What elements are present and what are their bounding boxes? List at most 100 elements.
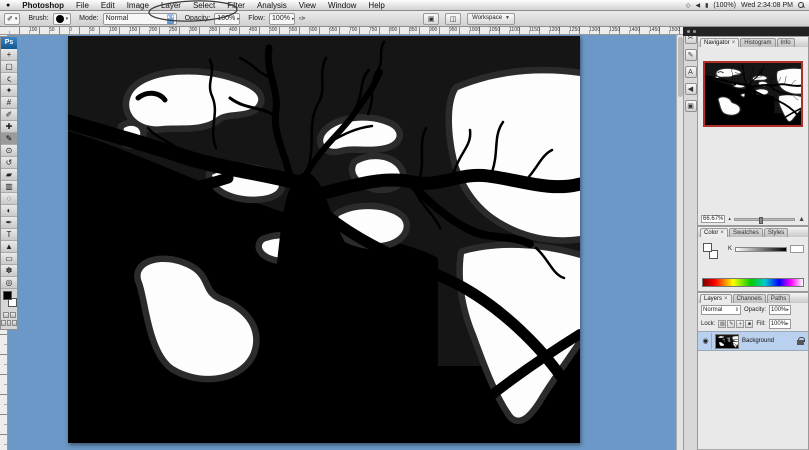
menu-analysis[interactable]: Analysis <box>251 1 293 10</box>
bridge-button[interactable]: ◫ <box>445 13 461 25</box>
tool-preset-picker[interactable]: ✐ ▾ <box>4 13 20 25</box>
lock-pixels-icon[interactable]: ✎ <box>727 320 735 328</box>
menu-select[interactable]: Select <box>187 1 221 10</box>
screen-mode-button[interactable] <box>7 320 12 326</box>
battery-icon[interactable]: ▮ <box>705 2 708 9</box>
navigator-zoom-field[interactable]: 66.67% <box>701 215 725 223</box>
move-tool[interactable]: + <box>1 49 17 61</box>
mode-select[interactable]: Normal ▲▼ <box>103 13 177 25</box>
slider-knob[interactable] <box>759 217 763 224</box>
opacity-field[interactable]: 100% ▸ <box>214 13 240 25</box>
ruler-label: 1450 <box>649 27 660 33</box>
type-tool[interactable]: T <box>1 229 17 241</box>
popup-arrow-icon: ▸ <box>292 16 295 22</box>
options-bar: ✐ ▾ Brush: ▾ Mode: Normal ▲▼ Opacity: 10… <box>0 11 809 27</box>
foreground-color-swatch[interactable] <box>3 291 12 300</box>
flow-field[interactable]: 100% ▸ <box>269 13 295 25</box>
brush-preset-picker[interactable]: ▾ <box>53 13 72 25</box>
tab-close-icon[interactable]: × <box>720 230 724 236</box>
tab-info[interactable]: Info <box>777 38 795 47</box>
zoom-in-icon[interactable]: ▲ <box>798 216 805 223</box>
zoom-tool[interactable]: ◎ <box>1 277 17 289</box>
brush-tool[interactable]: ✎ <box>1 133 17 145</box>
menu-image[interactable]: Image <box>121 1 155 10</box>
apple-icon[interactable]: ● <box>6 2 10 9</box>
document-scrollbar[interactable] <box>676 35 683 450</box>
menu-edit[interactable]: Edit <box>95 1 121 10</box>
ruler-label: 900 <box>429 27 437 33</box>
fill-field[interactable]: 100% ▸ <box>769 319 791 329</box>
path-selection-tool[interactable]: ▲ <box>1 241 17 253</box>
lasso-tool[interactable]: ς <box>1 73 17 85</box>
hand-tool[interactable]: ✽ <box>1 265 17 277</box>
spotlight-icon[interactable] <box>798 2 805 9</box>
layers-opacity-label: Opacity: <box>744 307 766 313</box>
standard-mode-button[interactable] <box>3 312 9 318</box>
lock-position-icon[interactable]: + <box>736 320 744 328</box>
brush-presets-icon[interactable]: ✎ <box>685 49 697 61</box>
palette-well-button[interactable]: ▣ <box>423 13 439 25</box>
menu-photoshop[interactable]: Photoshop <box>16 1 70 10</box>
layers-opacity-field[interactable]: 100% ▸ <box>769 305 791 315</box>
dodge-tool[interactable]: ◐ <box>1 205 17 217</box>
healing-brush-tool[interactable]: ✚ <box>1 121 17 133</box>
ruler-label: 100 <box>109 27 117 33</box>
ruler-label: 800 <box>389 27 397 33</box>
lock-transparency-icon[interactable]: ▨ <box>718 320 726 328</box>
pen-tool[interactable]: ✒ <box>1 217 17 229</box>
history-brush-tool[interactable]: ↺ <box>1 157 17 169</box>
airbrush-toggle-icon[interactable]: ✑ <box>299 14 306 23</box>
k-gradient-slider[interactable] <box>735 247 787 252</box>
screen-mode-button[interactable] <box>12 320 17 326</box>
gradient-tool[interactable]: ▥ <box>1 181 17 193</box>
canvas[interactable] <box>68 36 580 443</box>
crop-tool[interactable]: # <box>1 97 17 109</box>
menu-help[interactable]: Help <box>362 1 390 10</box>
layer-name: Background <box>742 338 794 344</box>
tab-swatches[interactable]: Swatches <box>729 228 763 237</box>
shape-tool[interactable]: ▭ <box>1 253 17 265</box>
blur-tool[interactable]: ◌ <box>1 193 17 205</box>
menu-filter[interactable]: Filter <box>221 1 251 10</box>
clone-stamp-tool[interactable]: ⊙ <box>1 145 17 157</box>
tab-histogram[interactable]: Histogram <box>740 38 775 47</box>
menu-view[interactable]: View <box>293 1 322 10</box>
layer-row-background[interactable]: ◉ Background <box>698 331 808 351</box>
layer-comps-icon[interactable]: ▣ <box>685 100 697 112</box>
volume-icon[interactable]: ◀ <box>695 2 700 9</box>
screen-mode-button[interactable] <box>1 320 6 326</box>
visibility-eye-icon[interactable]: ◉ <box>700 333 712 349</box>
tab-close-icon[interactable]: × <box>732 40 736 46</box>
tab-channels[interactable]: Channels <box>733 294 766 303</box>
blend-mode-select[interactable]: Normal ⇕ <box>701 305 741 315</box>
eraser-tool[interactable]: ▰ <box>1 169 17 181</box>
marquee-tool[interactable]: ▢ <box>1 61 17 73</box>
tab-color[interactable]: Color× <box>700 228 728 237</box>
workspace-button[interactable]: Workspace ▼ <box>467 13 515 25</box>
menu-file[interactable]: File <box>70 1 95 10</box>
character-panel-icon[interactable]: A <box>685 66 697 78</box>
navigator-zoom-slider[interactable] <box>734 218 795 221</box>
navigator-thumbnail[interactable] <box>703 61 803 127</box>
color-spectrum-ramp[interactable] <box>702 278 804 287</box>
audio-annotation-icon[interactable]: ◀ <box>685 83 697 95</box>
horizontal-ruler[interactable]: 1005005010015020025030035040045050055060… <box>0 27 683 35</box>
eyedropper-tool[interactable]: ✐ <box>1 109 17 121</box>
k-value-field[interactable] <box>790 245 804 253</box>
menubar-clock[interactable]: Wed 2:34:08 PM <box>741 2 793 9</box>
layer-thumbnail[interactable] <box>715 334 739 349</box>
opacity-value: 100% <box>217 15 235 22</box>
magic-wand-tool[interactable]: ✦ <box>1 85 17 97</box>
tab-layers[interactable]: Layers× <box>700 294 732 303</box>
tab-close-icon[interactable]: × <box>724 296 728 302</box>
tab-navigator[interactable]: Navigator× <box>700 38 739 47</box>
menu-window[interactable]: Window <box>322 1 362 10</box>
menu-layer[interactable]: Layer <box>155 1 187 10</box>
tab-styles[interactable]: Styles <box>764 228 788 237</box>
foreground-color-swatch[interactable] <box>703 243 712 252</box>
display-icon[interactable]: ◇ <box>686 2 691 9</box>
zoom-out-icon[interactable]: ▴ <box>728 216 731 222</box>
quick-mask-button[interactable] <box>10 312 16 318</box>
lock-all-icon[interactable]: ■ <box>745 320 753 328</box>
tab-paths[interactable]: Paths <box>767 294 790 303</box>
